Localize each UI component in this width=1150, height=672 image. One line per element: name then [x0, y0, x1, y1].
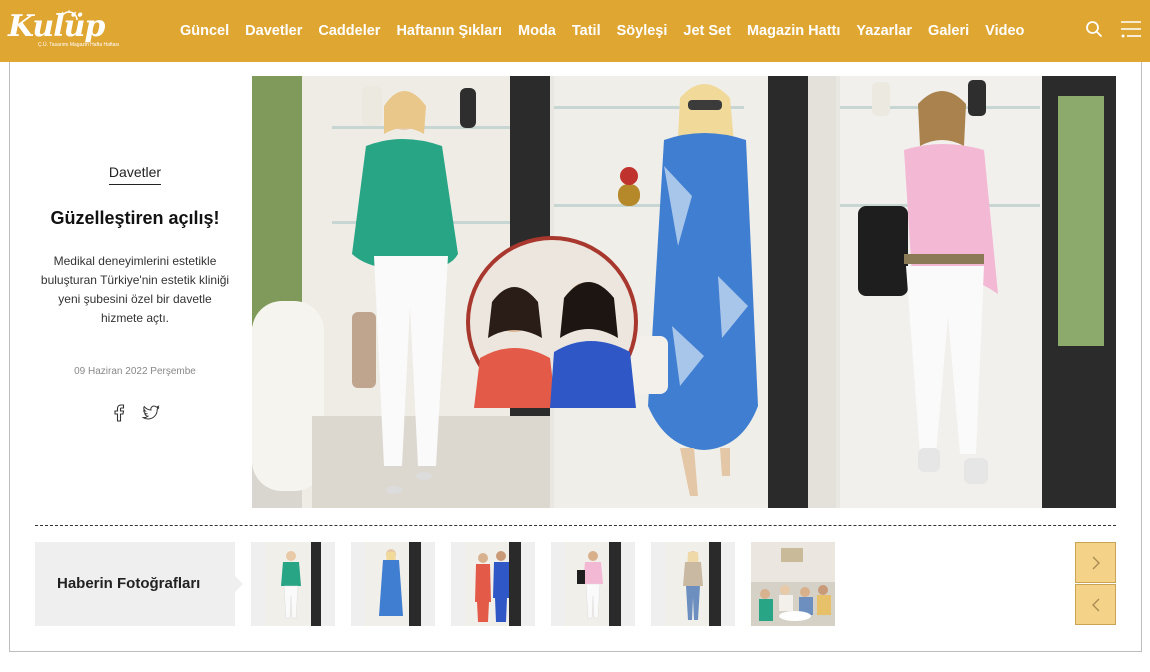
thumbnail-image [465, 542, 521, 626]
category-link[interactable]: Davetler [108, 164, 162, 185]
nav-item-caddeler[interactable]: Caddeler [318, 23, 380, 39]
article-summary: Medikal deneyimlerini estetikle buluştur… [40, 254, 230, 325]
nav-item-haftanin-siklari[interactable]: Haftanın Şıkları [396, 23, 502, 39]
main-article-photo[interactable] [252, 76, 1116, 508]
nav-item-davetler[interactable]: Davetler [245, 23, 302, 39]
thumbnail-image [565, 542, 621, 626]
logo-tagline: Ç.Ü. Tasarımı Magazin Hafta Haftası [38, 42, 120, 48]
gallery-next-button[interactable] [1075, 542, 1116, 583]
section-divider [35, 525, 1116, 526]
gallery-label-box: Haberin Fotoğrafları [35, 542, 243, 626]
nav-item-guncel[interactable]: Güncel [180, 23, 229, 39]
gallery-thumbnail[interactable] [351, 542, 435, 626]
nav-item-video[interactable]: Video [985, 23, 1024, 39]
logo-text: Kulüp [8, 9, 105, 44]
nav-item-yazarlar[interactable]: Yazarlar [856, 23, 912, 39]
nav-item-magazin-hatti[interactable]: Magazin Hattı [747, 23, 840, 39]
chevron-left-icon [1092, 598, 1100, 612]
gallery-prev-button[interactable] [1075, 584, 1116, 625]
gallery-thumbnail[interactable] [551, 542, 635, 626]
gallery-thumbnail[interactable] [751, 542, 835, 626]
thumbnail-image [751, 542, 835, 626]
search-icon[interactable] [1085, 20, 1103, 38]
site-header: Kulüp Ç.Ü. Tasarımı Magazin Hafta Haftas… [0, 0, 1150, 62]
article-info: Davetler Güzelleştiren açılış! Medikal d… [30, 76, 240, 506]
gallery-thumbnail[interactable] [451, 542, 535, 626]
facebook-icon[interactable] [112, 404, 126, 422]
twitter-icon[interactable] [142, 405, 160, 421]
nav-item-jet-set[interactable]: Jet Set [683, 23, 731, 39]
gallery-thumbnail[interactable] [251, 542, 335, 626]
share-buttons [110, 404, 170, 424]
nav-item-galeri[interactable]: Galeri [928, 23, 969, 39]
gallery-title: Haberin Fotoğrafları [57, 575, 201, 592]
site-logo[interactable]: Kulüp Ç.Ü. Tasarımı Magazin Hafta Haftas… [8, 10, 120, 50]
gallery-label-arrow [235, 576, 243, 592]
article-category: Davetler [30, 164, 240, 185]
chevron-right-icon [1092, 556, 1100, 570]
thumbnail-image [665, 542, 721, 626]
thumbnail-image [365, 542, 421, 626]
photo-collage [252, 76, 1116, 508]
main-nav: Güncel Davetler Caddeler Haftanın Şıklar… [172, 0, 1032, 62]
hamburger-menu-icon[interactable] [1119, 18, 1143, 40]
thumbnail-image [265, 542, 321, 626]
nav-item-moda[interactable]: Moda [518, 23, 556, 39]
article-date: 09 Haziran 2022 Perşembe [74, 366, 196, 377]
gallery-thumbnail[interactable] [651, 542, 735, 626]
article-title[interactable]: Güzelleştiren açılış! [30, 208, 240, 229]
nav-item-soylesi[interactable]: Söyleşi [617, 23, 668, 39]
nav-item-tatil[interactable]: Tatil [572, 23, 601, 39]
